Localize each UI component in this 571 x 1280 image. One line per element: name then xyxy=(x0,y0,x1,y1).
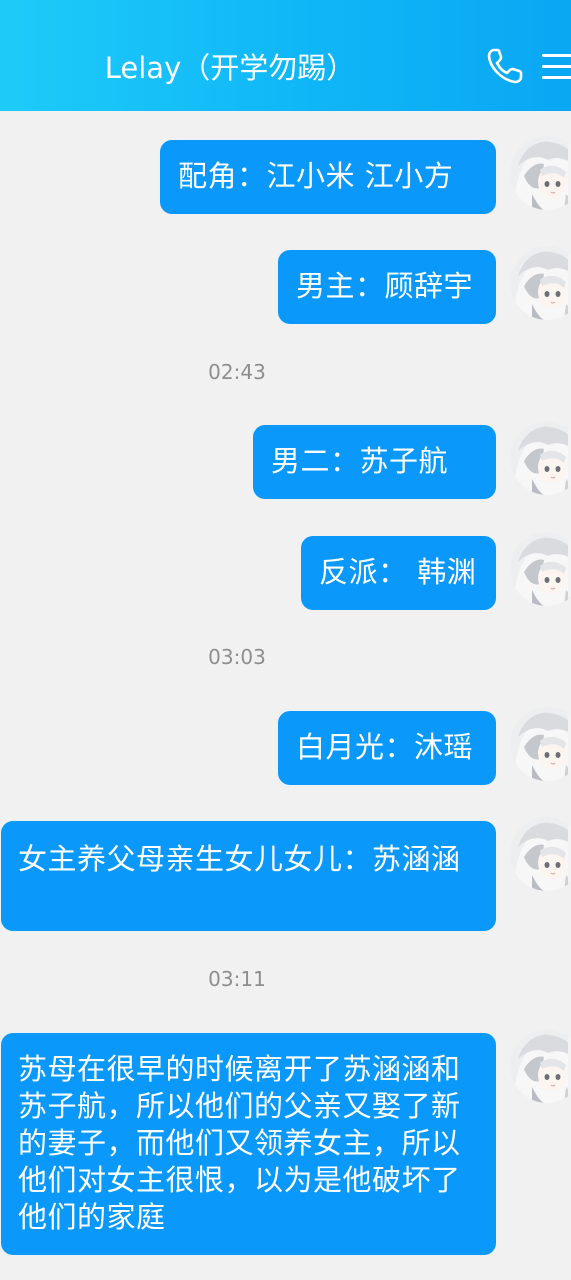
avatar[interactable] xyxy=(510,532,571,606)
avatar[interactable] xyxy=(510,707,571,781)
message-bubble[interactable]: 苏母在很早的时候离开了苏涵涵和苏子航，所以他们的父亲又娶了新的妻子，而他们又领养… xyxy=(1,1033,496,1255)
avatar[interactable] xyxy=(510,136,571,210)
message-bubble[interactable]: 男主：顾辞宇 xyxy=(278,250,496,324)
chat-title: Lelay（开学勿踢） xyxy=(104,51,356,85)
message-timestamp: 03:03 xyxy=(208,645,266,669)
chat-header: Lelay（开学勿踢） xyxy=(0,0,571,111)
message-bubble[interactable]: 男二：苏子航 xyxy=(253,425,496,499)
message-bubble[interactable]: 反派： 韩渊 xyxy=(301,536,496,610)
message-bubble[interactable]: 配角：江小米 江小方 xyxy=(160,140,496,214)
avatar[interactable] xyxy=(510,1029,571,1103)
avatar[interactable] xyxy=(510,421,571,495)
message-timestamp: 02:43 xyxy=(208,360,266,384)
avatar[interactable] xyxy=(510,817,571,891)
message-bubble[interactable]: 女主养父母亲生女儿女儿：苏涵涵 xyxy=(1,821,496,931)
avatar[interactable] xyxy=(510,246,571,320)
menu-icon[interactable] xyxy=(536,44,571,88)
message-bubble[interactable]: 白月光：沐瑶 xyxy=(278,711,496,785)
phone-icon[interactable] xyxy=(483,44,527,88)
message-timestamp: 03:11 xyxy=(208,967,266,991)
